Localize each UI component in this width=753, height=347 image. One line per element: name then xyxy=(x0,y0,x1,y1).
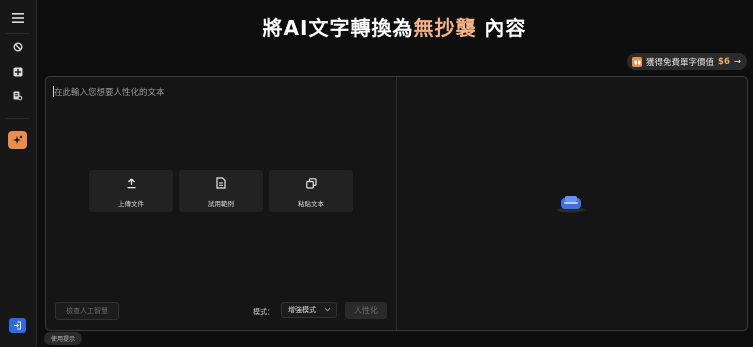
title-highlight: 無抄襲 xyxy=(413,16,477,40)
free-credit-amount: $6 xyxy=(718,56,730,67)
humanize-button[interactable]: 人性化 xyxy=(345,302,387,319)
try-sample-button[interactable]: 試用範例 xyxy=(179,170,263,212)
document-icon xyxy=(216,174,226,193)
gift-icon xyxy=(632,56,643,67)
menu-icon[interactable] xyxy=(8,9,28,27)
mode-label: 模式： xyxy=(253,308,274,316)
check-ai-button[interactable]: 檢查人工智慧 xyxy=(55,302,119,320)
empty-state-icon xyxy=(555,193,587,217)
title-prefix: 將AI文字轉換為 xyxy=(262,16,414,40)
mode-select[interactable]: 增強模式 xyxy=(281,302,337,318)
free-credit-button[interactable]: 獲得免費單字價值 $6 → xyxy=(627,53,747,70)
output-pane xyxy=(396,77,747,330)
paste-text-label: 粘貼文本 xyxy=(298,200,324,208)
try-sample-label: 試用範例 xyxy=(208,200,234,208)
login-icon[interactable] xyxy=(9,318,26,333)
detector-icon[interactable] xyxy=(8,38,28,56)
mode-select-value: 增強模式 xyxy=(288,306,316,314)
input-pane[interactable]: 在此輸入您想要人性化的文本 上傳文件 試用範例 粘貼文本 檢查人工智慧 模式： … xyxy=(46,77,395,330)
sidebar-divider xyxy=(6,118,30,119)
upload-file-button[interactable]: 上傳文件 xyxy=(89,170,173,212)
add-icon[interactable] xyxy=(8,63,28,81)
paste-icon xyxy=(305,174,317,193)
sidebar xyxy=(0,0,37,347)
chevron-down-icon xyxy=(324,306,331,314)
input-placeholder[interactable]: 在此輸入您想要人性化的文本 xyxy=(54,86,165,98)
sparkle-icon[interactable] xyxy=(8,131,27,149)
free-credit-text: 獲得免費單字價值 xyxy=(646,57,715,68)
document-search-icon[interactable] xyxy=(8,87,28,105)
upload-file-label: 上傳文件 xyxy=(118,200,144,208)
sidebar-divider xyxy=(6,33,30,34)
arrow-right-icon: → xyxy=(733,56,741,67)
usage-tips-button[interactable]: 使用提示 xyxy=(44,332,83,345)
page-title: 將AI文字轉換為無抄襲 內容 xyxy=(36,12,753,41)
title-suffix: 內容 xyxy=(476,16,527,40)
upload-icon xyxy=(126,174,137,193)
humanizer-panel: 在此輸入您想要人性化的文本 上傳文件 試用範例 粘貼文本 檢查人工智慧 模式： … xyxy=(45,76,748,331)
paste-text-button[interactable]: 粘貼文本 xyxy=(269,170,353,212)
